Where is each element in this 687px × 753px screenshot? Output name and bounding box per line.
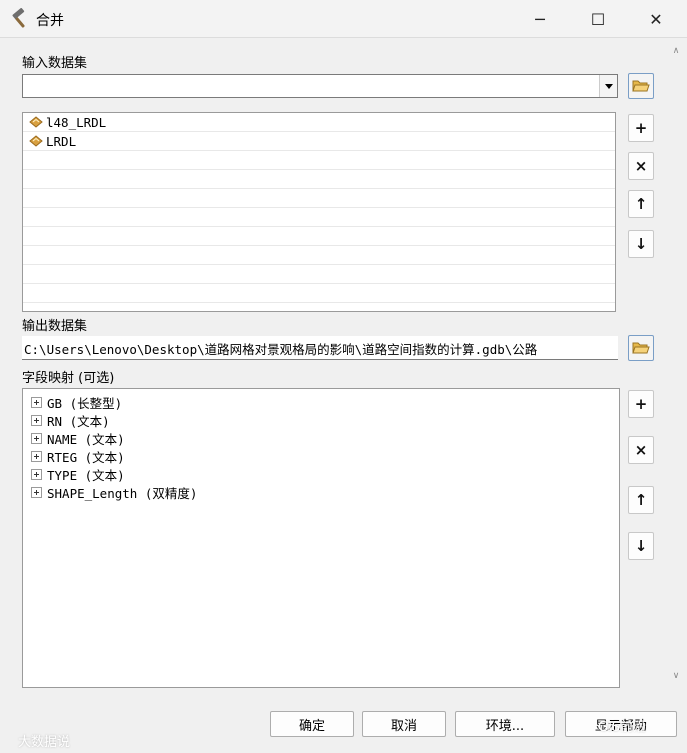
field-map-label: 字段映射 (可选) [22, 371, 115, 386]
browse-input-button[interactable] [628, 73, 654, 99]
polyline-layer-icon [29, 135, 43, 147]
ok-button[interactable]: 确定 [270, 711, 354, 737]
open-folder-icon [632, 80, 650, 92]
empty-list-row [23, 170, 615, 189]
field-map-item[interactable]: TYPE (文本) [23, 465, 619, 483]
watermark-left: 大数据说 [18, 735, 71, 750]
expand-plus-icon[interactable] [31, 414, 42, 426]
move-down-field-button[interactable]: ↓ [628, 532, 654, 560]
input-dataset-combo[interactable] [22, 74, 618, 98]
title-bar: 合并 ─ ☐ ✕ [0, 0, 687, 38]
scroll-up-arrow[interactable]: ∧ [671, 46, 681, 56]
close-button[interactable]: ✕ [627, 0, 685, 38]
open-folder-icon [632, 342, 650, 354]
expand-plus-icon[interactable] [31, 432, 42, 444]
list-item-label: l48_LRDL [46, 114, 107, 130]
empty-list-row [23, 189, 615, 208]
field-map-item[interactable]: GB (长整型) [23, 393, 619, 411]
output-dataset-label: 输出数据集 [22, 319, 88, 334]
empty-list-row [23, 284, 615, 303]
move-up-dataset-button[interactable]: ↑ [628, 190, 654, 218]
maximize-button[interactable]: ☐ [569, 0, 627, 38]
field-map-item[interactable]: NAME (文本) [23, 429, 619, 447]
dialog-content: 输入数据集 l48_LRDL LRDL + × ↑ ↓ 输出数据集 C:\User… [0, 38, 687, 753]
minimize-button[interactable]: ─ [511, 0, 569, 38]
remove-field-button[interactable]: × [628, 436, 654, 464]
cancel-button[interactable]: 取消 [362, 711, 446, 737]
add-field-button[interactable]: + [628, 390, 654, 418]
chevron-down-icon[interactable] [599, 75, 617, 97]
input-dataset-list[interactable]: l48_LRDL LRDL [22, 112, 616, 312]
field-map-tree[interactable]: GB (长整型) RN (文本) NAME (文本) RTEG (文本) TYPE (文… [22, 388, 620, 688]
empty-list-row [23, 265, 615, 284]
watermark-right: GIS前沿 [598, 720, 647, 735]
empty-list-row [23, 151, 615, 170]
field-map-item[interactable]: RTEG (文本) [23, 447, 619, 465]
empty-list-row [23, 227, 615, 246]
field-map-label-text: RN (文本) [47, 413, 110, 429]
expand-plus-icon[interactable] [31, 486, 42, 498]
hammer-icon [9, 8, 31, 30]
list-item-label: LRDL [46, 133, 77, 149]
expand-plus-icon[interactable] [31, 450, 42, 462]
field-map-item[interactable]: RN (文本) [23, 411, 619, 429]
move-down-dataset-button[interactable]: ↓ [628, 230, 654, 258]
input-datasets-label: 输入数据集 [22, 56, 88, 71]
field-map-label-text: NAME (文本) [47, 431, 125, 447]
field-map-label-text: GB (长整型) [47, 395, 123, 411]
empty-list-row [23, 246, 615, 265]
list-item[interactable]: l48_LRDL [23, 113, 615, 132]
expand-plus-icon[interactable] [31, 468, 42, 480]
move-up-field-button[interactable]: ↑ [628, 486, 654, 514]
window-title: 合并 [36, 13, 64, 29]
polyline-layer-icon [29, 116, 43, 128]
field-map-label-text: TYPE (文本) [47, 467, 125, 483]
field-map-label-text: RTEG (文本) [47, 449, 125, 465]
empty-list-row [23, 208, 615, 227]
list-item[interactable]: LRDL [23, 132, 615, 151]
field-map-label-text: SHAPE_Length (双精度) [47, 485, 198, 501]
field-map-item[interactable]: SHAPE_Length (双精度) [23, 483, 619, 501]
scroll-down-arrow[interactable]: ∨ [671, 671, 681, 681]
environments-button[interactable]: 环境... [455, 711, 555, 737]
browse-output-button[interactable] [628, 335, 654, 361]
expand-plus-icon[interactable] [31, 396, 42, 408]
add-dataset-button[interactable]: + [628, 114, 654, 142]
remove-dataset-button[interactable]: × [628, 152, 654, 180]
output-dataset-field[interactable]: C:\Users\Lenovo\Desktop\道路网格对景观格局的影响\道路空… [22, 336, 618, 360]
